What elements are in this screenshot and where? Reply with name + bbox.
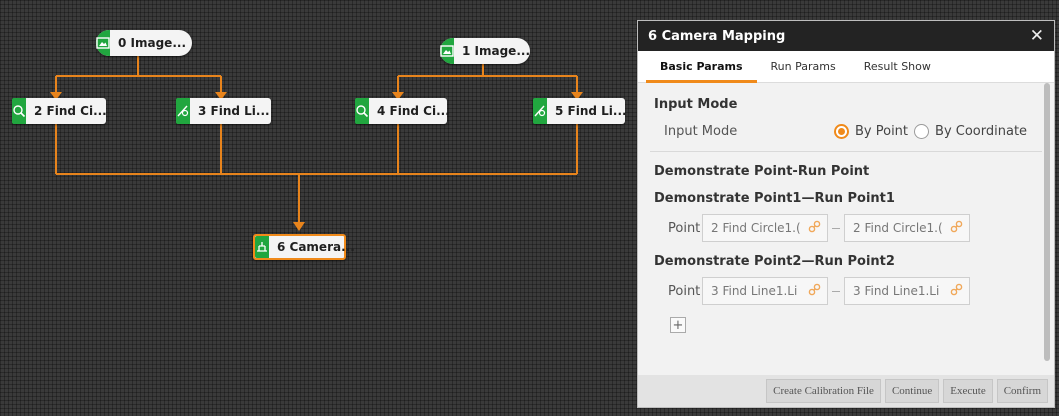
node-0-image[interactable]: 0 Image... — [96, 30, 192, 56]
panel-footer: Create Calibration File Continue Execute… — [638, 375, 1054, 407]
create-calibration-file-button[interactable]: Create Calibration File — [766, 379, 881, 403]
input-mode-label: Input Mode — [664, 124, 738, 139]
execute-button[interactable]: Execute — [943, 379, 993, 403]
pair-separator — [832, 290, 840, 292]
find-circle-icon — [12, 98, 26, 124]
pair-1-row: Point 2 Find Circle1.( 2 Find Circle1.( — [654, 214, 1038, 242]
demo-point-1-field[interactable]: 2 Find Circle1.( — [702, 214, 828, 242]
node-1-image[interactable]: 1 Image... — [440, 38, 530, 64]
point-label: Point — [668, 220, 701, 236]
node-label: 1 Image... — [462, 44, 530, 58]
radio-checked-icon — [834, 124, 849, 139]
radio-label: By Coordinate — [935, 124, 1028, 139]
node-5-find-line[interactable]: 5 Find Li... — [533, 98, 627, 124]
pair-2-row: Point 3 Find Line1.Li 3 Find Line1.Li — [654, 277, 1038, 305]
radio-unchecked-icon — [914, 124, 930, 139]
node-label: 5 Find Li... — [555, 104, 627, 118]
tab-run-params[interactable]: Run Params — [757, 50, 850, 82]
panel-header: 6 Camera Mapping ✕ — [638, 21, 1054, 51]
camera-mapping-panel: 6 Camera Mapping ✕ Basic Params Run Para… — [637, 20, 1055, 408]
wire-1-split — [397, 63, 578, 92]
node-label: 3 Find Li... — [198, 104, 270, 118]
link-icon[interactable] — [808, 283, 821, 299]
node-4-find-circle[interactable]: 4 Find Ci... — [355, 98, 450, 124]
node-2-find-circle[interactable]: 2 Find Ci... — [12, 98, 107, 124]
continue-button[interactable]: Continue — [884, 379, 940, 403]
close-icon[interactable]: ✕ — [1030, 26, 1044, 46]
tab-bar: Basic Params Run Params Result Show — [638, 51, 1054, 83]
radio-label: By Point — [855, 124, 909, 139]
demo-point-2-field[interactable]: 3 Find Line1.Li — [702, 277, 828, 305]
section-input-mode: Input Mode — [654, 97, 738, 112]
field-value: 3 Find Line1.Li — [711, 284, 798, 298]
confirm-button[interactable]: Confirm — [996, 379, 1048, 403]
link-icon[interactable] — [950, 283, 963, 299]
arrow-to-node-6 — [293, 222, 305, 231]
camera-mapping-icon — [255, 236, 269, 258]
run-point-2-field[interactable]: 3 Find Line1.Li — [844, 277, 970, 305]
field-value: 2 Find Circle1.( — [711, 221, 801, 235]
field-value: 3 Find Line1.Li — [853, 284, 940, 298]
wire-merge — [55, 124, 578, 222]
find-circle-icon — [355, 98, 369, 124]
panel-title: 6 Camera Mapping — [648, 28, 786, 44]
find-line-icon — [176, 98, 190, 124]
find-line-icon — [533, 98, 547, 124]
panel-body[interactable]: Input Mode Input Mode By Point By Coordi… — [638, 83, 1054, 375]
pair-1-title: Demonstrate Point1—Run Point1 — [654, 191, 895, 206]
node-3-find-line[interactable]: 3 Find Li... — [176, 98, 271, 124]
input-mode-row: Input Mode By Point By Coordinate — [654, 124, 1038, 139]
node-label: 2 Find Ci... — [34, 104, 107, 118]
section-demonstrate-run: Demonstrate Point-Run Point — [654, 164, 870, 179]
add-row: + — [654, 317, 1038, 333]
run-point-1-field[interactable]: 2 Find Circle1.( — [844, 214, 970, 242]
node-6-camera-mapping[interactable]: 6 Camera... — [253, 234, 355, 260]
node-label: 6 Camera... — [277, 240, 355, 254]
scrollbar[interactable] — [1044, 83, 1050, 361]
tab-result-show[interactable]: Result Show — [850, 50, 945, 82]
divider — [650, 151, 1042, 152]
pair-separator — [832, 227, 840, 229]
node-label: 0 Image... — [118, 36, 186, 50]
radio-by-coordinate[interactable]: By Coordinate — [914, 124, 1027, 139]
radio-by-point[interactable]: By Point — [834, 124, 908, 139]
add-pair-button[interactable]: + — [670, 317, 686, 333]
node-label: 4 Find Ci... — [377, 104, 450, 118]
wire-0-split — [55, 54, 222, 92]
link-icon[interactable] — [950, 220, 963, 236]
link-icon[interactable] — [808, 220, 821, 236]
point-label: Point — [668, 283, 701, 299]
pair-2-title: Demonstrate Point2—Run Point2 — [654, 254, 895, 269]
field-value: 2 Find Circle1.( — [853, 221, 943, 235]
tab-basic-params[interactable]: Basic Params — [646, 50, 757, 83]
